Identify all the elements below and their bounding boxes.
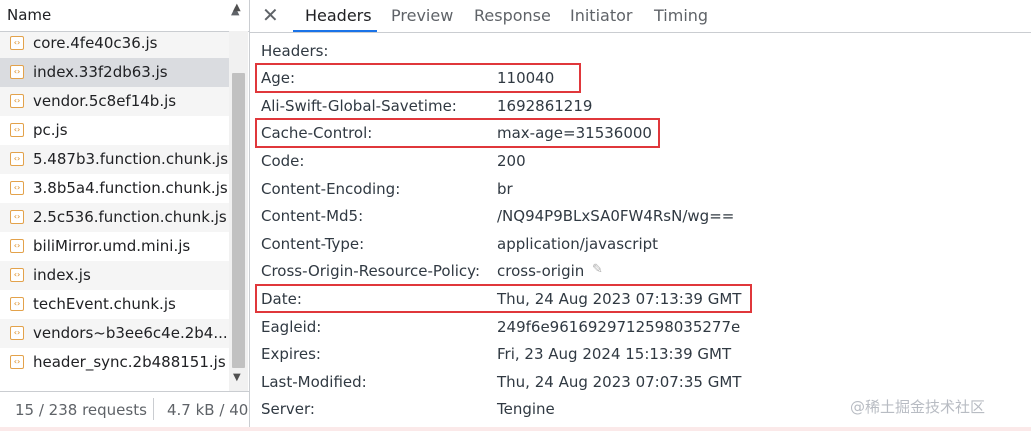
request-details-panel: ✕ Headers Preview Response Initiator Tim… bbox=[250, 0, 1031, 431]
transferred-size: 4.7 kB / 40 bbox=[167, 401, 249, 419]
header-name: Expires: bbox=[261, 345, 321, 363]
headers-section-label: Headers: bbox=[261, 42, 329, 60]
header-value: 1692861219 bbox=[497, 97, 593, 115]
name-column-header[interactable]: Name ▲ bbox=[0, 0, 249, 32]
header-value: 110040 bbox=[497, 69, 555, 87]
header-name: Content-Type: bbox=[261, 235, 365, 253]
tab-timing[interactable]: Timing bbox=[654, 6, 708, 25]
header-value: cross-origin bbox=[497, 262, 585, 280]
request-row[interactable]: ‹› biliMirror.umd.mini.js bbox=[0, 232, 229, 261]
scrollbar-thumb[interactable] bbox=[232, 73, 245, 368]
js-file-icon: ‹› bbox=[10, 152, 24, 166]
name-column-title: Name bbox=[7, 6, 52, 24]
header-value: Tengine bbox=[497, 400, 555, 418]
header-value: /NQ94P9BLxSA0FW4RsN/wg== bbox=[497, 207, 735, 225]
request-row[interactable]: ‹› header_sync.2b488151.js bbox=[0, 348, 229, 377]
header-value: Thu, 24 Aug 2023 07:13:39 GMT bbox=[497, 290, 742, 308]
request-name: vendor.5c8ef14b.js bbox=[33, 92, 177, 110]
header-name: Age: bbox=[261, 69, 296, 87]
js-file-icon: ‹› bbox=[10, 36, 24, 50]
header-name: Content-Md5: bbox=[261, 207, 364, 225]
watermark: @稀土掘金技术社区 bbox=[850, 398, 986, 416]
header-name: Date: bbox=[261, 290, 302, 308]
js-file-icon: ‹› bbox=[10, 326, 24, 340]
request-row[interactable]: ‹› techEvent.chunk.js bbox=[0, 290, 229, 319]
scroll-up-arrow-icon[interactable]: ▲ bbox=[233, 2, 241, 13]
js-file-icon: ‹› bbox=[10, 297, 24, 311]
js-file-icon: ‹› bbox=[10, 123, 24, 137]
request-name: index.33f2db63.js bbox=[33, 63, 168, 81]
status-bar: 15 / 238 requests 4.7 kB / 40 bbox=[0, 391, 249, 432]
header-value: Fri, 23 Aug 2024 15:13:39 GMT bbox=[497, 345, 732, 363]
request-name: header_sync.2b488151.js bbox=[33, 353, 226, 371]
header-value: br bbox=[497, 180, 513, 198]
request-name: core.4fe40c36.js bbox=[33, 34, 158, 52]
request-name: 2.5c536.function.chunk.js bbox=[33, 208, 227, 226]
request-list: ‹›log-reporter.js‹›core.4fe40c36.js‹›ind… bbox=[0, 18, 229, 391]
tab-headers[interactable]: Headers bbox=[305, 6, 372, 25]
vertical-scrollbar[interactable] bbox=[229, 31, 248, 391]
js-file-icon: ‹› bbox=[10, 239, 24, 253]
header-value: 200 bbox=[497, 152, 526, 170]
header-name: Last-Modified: bbox=[261, 373, 367, 391]
request-row[interactable]: ‹› vendors~b3ee6c4e.2b4... bbox=[0, 319, 229, 348]
status-divider bbox=[153, 398, 154, 420]
request-name: vendors~b3ee6c4e.2b4... bbox=[33, 324, 228, 342]
request-row[interactable]: ‹› index.js bbox=[0, 261, 229, 290]
request-row[interactable]: ‹› pc.js bbox=[0, 116, 229, 145]
pencil-icon[interactable]: ✎ bbox=[592, 262, 603, 277]
request-name: biliMirror.umd.mini.js bbox=[33, 237, 191, 255]
active-tab-indicator bbox=[293, 30, 377, 32]
scroll-down-arrow-icon[interactable]: ▼ bbox=[233, 372, 241, 383]
header-name: Cache-Control: bbox=[261, 124, 373, 142]
request-name: index.js bbox=[33, 266, 91, 284]
close-icon[interactable]: ✕ bbox=[262, 3, 279, 27]
header-value: 249f6e9616929712598035277e bbox=[497, 318, 741, 336]
tab-response[interactable]: Response bbox=[474, 6, 551, 25]
header-value: Thu, 24 Aug 2023 07:07:35 GMT bbox=[497, 373, 742, 391]
header-name: Eagleid: bbox=[261, 318, 322, 336]
request-row[interactable]: ‹› 3.8b5a4.function.chunk.js bbox=[0, 174, 229, 203]
js-file-icon: ‹› bbox=[10, 210, 24, 224]
request-count: 15 / 238 requests bbox=[15, 401, 147, 419]
header-value: application/javascript bbox=[497, 235, 659, 253]
js-file-icon: ‹› bbox=[10, 181, 24, 195]
tab-preview[interactable]: Preview bbox=[391, 6, 453, 25]
request-name: pc.js bbox=[33, 121, 68, 139]
request-row[interactable]: ‹› vendor.5c8ef14b.js bbox=[0, 87, 229, 116]
js-file-icon: ‹› bbox=[10, 65, 24, 79]
header-value: max-age=31536000 bbox=[497, 124, 652, 142]
request-name: 3.8b5a4.function.chunk.js bbox=[33, 179, 228, 197]
request-row[interactable]: ‹› 5.487b3.function.chunk.js bbox=[0, 145, 229, 174]
request-row[interactable]: ‹› core.4fe40c36.js bbox=[0, 29, 229, 58]
request-name: 5.487b3.function.chunk.js bbox=[33, 150, 229, 168]
request-row[interactable]: ‹› index.33f2db63.js bbox=[0, 58, 229, 87]
header-name: Cross-Origin-Resource-Policy: bbox=[261, 262, 481, 280]
header-name: Ali-Swift-Global-Savetime: bbox=[261, 97, 457, 115]
header-name: Code: bbox=[261, 152, 305, 170]
js-file-icon: ‹› bbox=[10, 268, 24, 282]
js-file-icon: ‹› bbox=[10, 355, 24, 369]
header-name: Content-Encoding: bbox=[261, 180, 401, 198]
request-row[interactable]: ‹› 2.5c536.function.chunk.js bbox=[0, 203, 229, 232]
request-list-panel: ‹›log-reporter.js‹›core.4fe40c36.js‹›ind… bbox=[0, 0, 249, 432]
tab-initiator[interactable]: Initiator bbox=[570, 6, 632, 25]
request-name: techEvent.chunk.js bbox=[33, 295, 176, 313]
bottom-edge bbox=[0, 427, 1031, 431]
header-name: Server: bbox=[261, 400, 315, 418]
js-file-icon: ‹› bbox=[10, 94, 24, 108]
details-tabbar: ✕ Headers Preview Response Initiator Tim… bbox=[250, 0, 1031, 33]
